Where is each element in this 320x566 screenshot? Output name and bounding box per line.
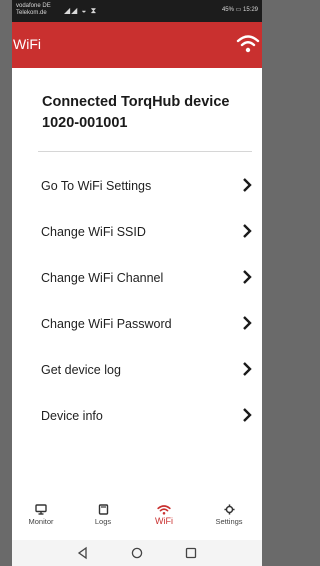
nav-label: Logs [94, 517, 112, 526]
wifi-status-icon[interactable] [236, 32, 260, 56]
recents-icon[interactable] [184, 546, 198, 560]
nav-monitor[interactable]: Monitor [16, 504, 66, 540]
menu-item-device-log[interactable]: Get device log [12, 348, 262, 394]
chevron-right-icon [243, 362, 252, 376]
menu-item-label: Device info [41, 409, 103, 423]
nav-label: Settings [215, 517, 243, 526]
chevron-right-icon [243, 316, 252, 330]
status-bar: vodafone DE Telekom.de ◢◢ ◒ ⧗ 45% ▭ 15:2… [12, 0, 262, 22]
menu-item-change-channel[interactable]: Change WiFi Channel [12, 256, 262, 302]
signal-icon: ◢◢ ◒ ⧗ [64, 6, 98, 15]
device-id: 1020-001001 [42, 115, 128, 131]
menu-item-change-password[interactable]: Change WiFi Password [12, 302, 262, 348]
nav-logs[interactable]: Logs [78, 504, 128, 540]
chevron-right-icon [243, 408, 252, 422]
bottom-nav: Monitor Logs WiFi Settings [12, 500, 262, 540]
menu-item-label: Change WiFi Password [41, 317, 172, 331]
nav-wifi[interactable]: WiFi [139, 504, 189, 540]
system-nav-bar [12, 540, 262, 566]
app-screen: vodafone DE Telekom.de ◢◢ ◒ ⧗ 45% ▭ 15:2… [12, 0, 262, 566]
carrier-line-1: vodafone DE [16, 3, 51, 9]
menu-item-device-info[interactable]: Device info [12, 394, 262, 440]
settings-menu: Go To WiFi Settings Change WiFi SSID Cha… [12, 164, 262, 440]
monitor-icon [35, 504, 47, 515]
nav-settings[interactable]: Settings [204, 504, 254, 540]
carrier-info: vodafone DE Telekom.de [16, 3, 51, 17]
status-right: 45% ▭ 15:29 [222, 6, 258, 13]
battery-level: 45% [221, 7, 234, 13]
nav-label: Monitor [28, 517, 54, 526]
menu-item-change-ssid[interactable]: Change WiFi SSID [12, 210, 262, 256]
menu-item-label: Change WiFi SSID [41, 225, 146, 239]
logs-icon [98, 504, 108, 515]
device-name: Connected TorqHub device [42, 94, 230, 110]
battery-icon: ▭ [235, 7, 242, 13]
chevron-right-icon [243, 224, 252, 238]
nav-label: WiFi [155, 516, 173, 526]
menu-item-label: Change WiFi Channel [41, 271, 164, 285]
divider [38, 151, 252, 152]
back-icon[interactable] [76, 546, 90, 560]
gear-icon [223, 504, 235, 515]
wifi-icon [157, 505, 171, 515]
chevron-right-icon [243, 270, 252, 284]
page-title: WiFi [13, 36, 41, 52]
menu-item-label: Get device log [41, 363, 121, 377]
menu-item-wifi-settings[interactable]: Go To WiFi Settings [12, 164, 262, 210]
menu-item-label: Go To WiFi Settings [41, 179, 152, 193]
chevron-right-icon [243, 178, 252, 192]
clock: 15:29 [242, 7, 258, 13]
carrier-line-2: Telekom.de [16, 10, 47, 16]
device-heading: Connected TorqHub device 1020-001001 [42, 92, 252, 134]
app-header: WiFi [12, 22, 262, 68]
home-icon[interactable] [130, 546, 144, 560]
